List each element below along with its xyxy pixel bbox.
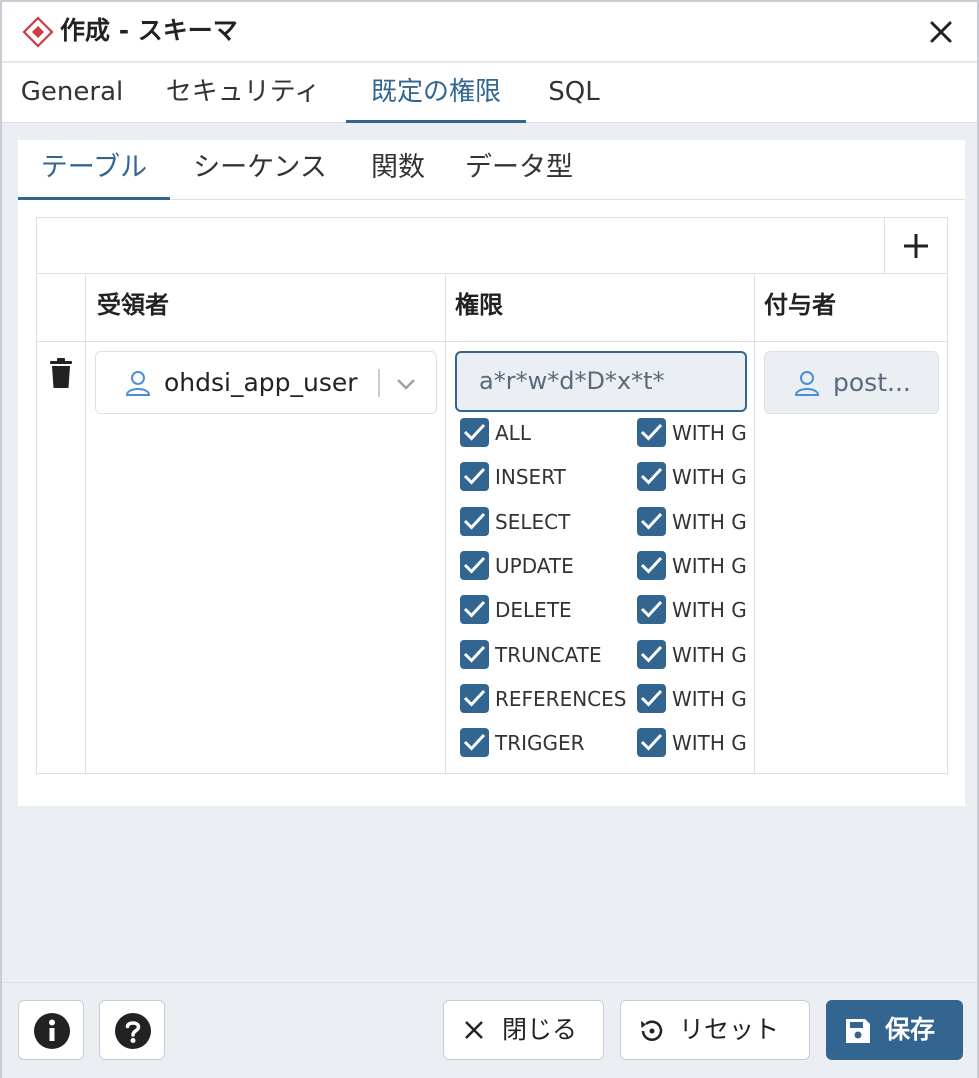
privilege-label: DELETE: [495, 598, 572, 622]
sub-tab-bar: テーブル シーケンス 関数 データ型: [18, 140, 965, 200]
info-icon: [34, 1013, 70, 1049]
chevron-down-icon[interactable]: [394, 372, 418, 396]
column-divider: [85, 275, 86, 773]
with-grant-label: WITH G: [672, 643, 746, 667]
privilege-row: UPDATE WITH G: [460, 551, 750, 583]
privilege-label: UPDATE: [495, 554, 574, 578]
privilege-checkbox[interactable]: [460, 462, 489, 491]
save-icon: [846, 1019, 870, 1043]
with-grant-label: WITH G: [672, 421, 746, 445]
grantee-select[interactable]: ohdsi_app_user: [95, 351, 437, 414]
privilege-checkbox[interactable]: [460, 684, 489, 713]
with-grant-checkbox[interactable]: [637, 551, 666, 580]
close-button[interactable]: 閉じる: [443, 1000, 604, 1060]
privilege-label: ALL: [495, 421, 531, 445]
with-grant-label: WITH G: [672, 687, 746, 711]
tab-sql[interactable]: SQL: [536, 63, 612, 123]
close-button-label: 閉じる: [502, 1015, 578, 1044]
select-separator: [378, 369, 380, 397]
privilege-row: INSERT WITH G: [460, 462, 750, 494]
privilege-label: INSERT: [495, 465, 566, 489]
trash-icon[interactable]: [49, 357, 73, 389]
subtab-sequences[interactable]: シーケンス: [180, 140, 340, 200]
column-header-grantee: 受領者: [97, 291, 169, 319]
save-button-label: 保存: [885, 1015, 936, 1044]
with-grant-checkbox[interactable]: [637, 684, 666, 713]
privilege-checkbox[interactable]: [460, 418, 489, 447]
with-grant-checkbox[interactable]: [637, 418, 666, 447]
privilege-checkbox[interactable]: [460, 728, 489, 757]
privilege-row: DELETE WITH G: [460, 595, 750, 627]
privilege-row: TRIGGER WITH G: [460, 728, 750, 760]
create-schema-dialog: 作成 - スキーマ General セキュリティ 既定の権限 SQL テーブル …: [0, 0, 979, 1078]
with-grant-label: WITH G: [672, 554, 746, 578]
help-button[interactable]: [99, 1000, 165, 1060]
dialog-title: 作成 - スキーマ: [60, 16, 238, 45]
privilege-row: ALL WITH G: [460, 418, 750, 450]
reset-icon: [641, 1020, 663, 1041]
column-divider: [754, 275, 755, 773]
privilege-checkbox[interactable]: [460, 507, 489, 536]
with-grant-checkbox[interactable]: [637, 728, 666, 757]
subtab-functions[interactable]: 関数: [358, 140, 438, 200]
with-grant-checkbox[interactable]: [637, 507, 666, 536]
column-header-privileges: 権限: [455, 291, 503, 319]
subtab-tables[interactable]: テーブル: [18, 140, 170, 200]
column-divider: [445, 275, 446, 773]
grantor-value: post...: [833, 368, 911, 397]
plus-icon: [904, 234, 928, 258]
tab-default-privileges[interactable]: 既定の権限: [346, 63, 526, 123]
privileges-input[interactable]: a*r*w*d*D*x*t*: [455, 351, 747, 412]
default-privileges-panel: テーブル シーケンス 関数 データ型 受領者 権限 付与者 ohdsi_app_…: [18, 140, 965, 806]
with-grant-checkbox[interactable]: [637, 462, 666, 491]
close-icon: [465, 1021, 483, 1039]
privilege-row: REFERENCES WITH G: [460, 684, 750, 716]
header-divider: [37, 341, 947, 342]
privileges-grid: 受領者 権限 付与者 ohdsi_app_user a*r*w*d*D*x*t*…: [36, 217, 948, 774]
privilege-label: TRUNCATE: [495, 643, 602, 667]
privilege-label: TRIGGER: [495, 731, 585, 755]
tab-security[interactable]: セキュリティ: [148, 63, 338, 123]
with-grant-checkbox[interactable]: [637, 640, 666, 669]
user-icon: [794, 371, 820, 396]
grantee-value: ohdsi_app_user: [164, 368, 358, 397]
with-grant-label: WITH G: [672, 731, 746, 755]
dialog-footer: 閉じる リセット 保存: [2, 982, 977, 1078]
main-tab-bar: General セキュリティ 既定の権限 SQL: [2, 63, 977, 123]
privilege-label: REFERENCES: [495, 687, 627, 711]
privilege-checkbox[interactable]: [460, 640, 489, 669]
with-grant-label: WITH G: [672, 598, 746, 622]
with-grant-checkbox[interactable]: [637, 595, 666, 624]
column-header-grantor: 付与者: [764, 291, 836, 319]
privilege-row: SELECT WITH G: [460, 507, 750, 539]
tab-general[interactable]: General: [6, 63, 138, 123]
privilege-label: SELECT: [495, 510, 571, 534]
schema-diamond-icon: [22, 16, 54, 48]
with-grant-label: WITH G: [672, 465, 746, 489]
grid-toolbar: [37, 218, 947, 274]
add-row-button[interactable]: [884, 218, 947, 274]
user-icon: [125, 371, 151, 396]
dialog-titlebar: 作成 - スキーマ: [2, 2, 977, 62]
save-button[interactable]: 保存: [826, 1000, 963, 1060]
with-grant-label: WITH G: [672, 510, 746, 534]
help-icon: [115, 1013, 151, 1049]
close-icon[interactable]: [925, 16, 957, 48]
info-button[interactable]: [18, 1000, 84, 1060]
subtab-types[interactable]: データ型: [454, 140, 584, 200]
reset-button[interactable]: リセット: [620, 1000, 810, 1060]
privilege-row: TRUNCATE WITH G: [460, 640, 750, 672]
privilege-checkbox[interactable]: [460, 595, 489, 624]
reset-button-label: リセット: [679, 1015, 780, 1044]
privilege-checkbox[interactable]: [460, 551, 489, 580]
grantor-field: post...: [764, 351, 939, 414]
